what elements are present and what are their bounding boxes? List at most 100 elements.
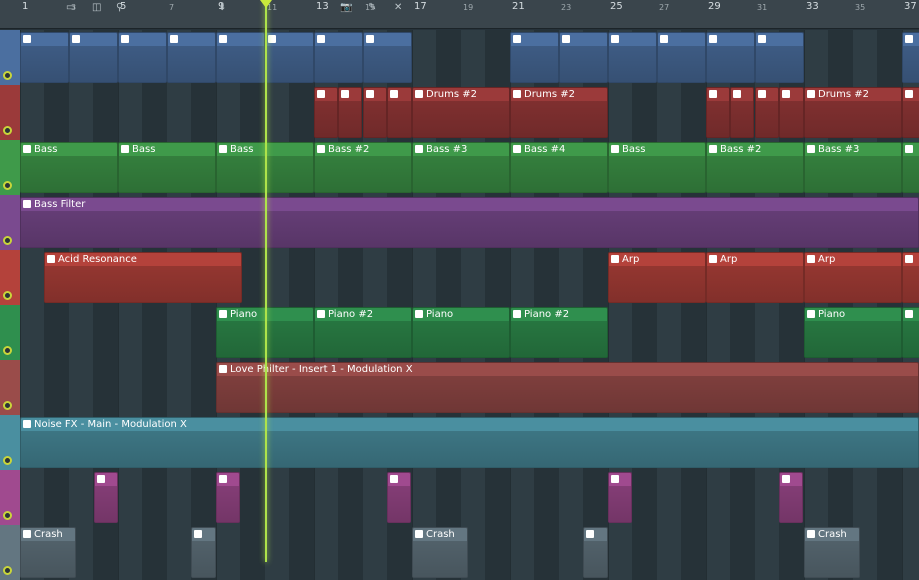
track-10-mute-led[interactable] — [3, 566, 12, 575]
track-1-clip[interactable] — [363, 32, 412, 83]
track-9-header[interactable] — [0, 470, 20, 525]
track-9-mute-led[interactable] — [3, 511, 12, 520]
track-3-clip[interactable]: Bass #3 — [412, 142, 510, 193]
playhead-marker[interactable] — [260, 0, 272, 8]
track-7-header[interactable] — [0, 360, 20, 415]
track-1-clip[interactable] — [167, 32, 216, 83]
ruler-tool-icon[interactable]: ✎ — [368, 2, 376, 13]
track-1-clip[interactable] — [706, 32, 755, 83]
track-4-clip[interactable]: Bass Filter — [20, 197, 919, 248]
track-10-clip[interactable]: Crash — [20, 527, 76, 578]
pattern-icon — [782, 90, 790, 98]
track-4-mute-led[interactable] — [3, 236, 12, 245]
track-2-clip[interactable] — [363, 87, 387, 138]
track-1-clip[interactable] — [608, 32, 657, 83]
clip-label: Bass #3 — [426, 144, 468, 155]
track-2-clip[interactable] — [314, 87, 338, 138]
track-10-clip[interactable]: Crash — [412, 527, 468, 578]
track-9-clip[interactable] — [216, 472, 240, 523]
track-5-clip[interactable] — [902, 252, 919, 303]
track-1-clip[interactable] — [657, 32, 706, 83]
track-5-clip[interactable]: Arp — [608, 252, 706, 303]
playhead[interactable] — [265, 0, 267, 562]
track-1-clip[interactable] — [265, 32, 314, 83]
clip-label: Drums #2 — [818, 89, 870, 100]
ruler-tool-icon[interactable]: 📷 — [340, 2, 352, 13]
clip-label: Piano — [818, 309, 846, 320]
track-2-clip[interactable] — [730, 87, 754, 138]
track-10-clip[interactable]: Crash — [804, 527, 860, 578]
track-3-clip[interactable]: Bass — [608, 142, 706, 193]
pattern-icon — [317, 35, 325, 43]
ruler-tool-icon[interactable]: ⬇ — [218, 2, 226, 13]
ruler-tool-icon[interactable]: ◫ — [92, 2, 101, 13]
track-3-clip[interactable]: Bass #2 — [706, 142, 804, 193]
track-5-clip[interactable]: Arp — [706, 252, 804, 303]
track-2-clip[interactable] — [338, 87, 362, 138]
track-7-mute-led[interactable] — [3, 401, 12, 410]
track-2-clip[interactable]: Drums #2 — [510, 87, 608, 138]
pattern-icon — [72, 35, 80, 43]
track-1-clip[interactable] — [20, 32, 69, 83]
track-6-clip[interactable]: Piano #2 — [510, 307, 608, 358]
track-3-header[interactable] — [0, 140, 20, 195]
track-6-clip[interactable]: Piano — [804, 307, 902, 358]
track-4-header[interactable] — [0, 195, 20, 250]
track-2-clip[interactable] — [902, 87, 919, 138]
track-1-clip[interactable] — [755, 32, 804, 83]
track-9-clip[interactable] — [387, 472, 411, 523]
track-1-clip[interactable] — [216, 32, 265, 83]
track-6-clip[interactable]: Piano #2 — [314, 307, 412, 358]
track-3-mute-led[interactable] — [3, 181, 12, 190]
track-6-clip[interactable] — [902, 307, 919, 358]
track-2-clip[interactable] — [779, 87, 804, 138]
track-7-clip[interactable]: Love Philter - Insert 1 - Modulation X — [216, 362, 919, 413]
track-2-header[interactable] — [0, 85, 20, 140]
clip-content — [658, 46, 705, 82]
track-1-clip[interactable] — [510, 32, 559, 83]
track-8-clip[interactable]: Noise FX - Main - Modulation X — [20, 417, 919, 468]
track-1-header[interactable] — [0, 30, 20, 85]
pattern-icon — [415, 90, 423, 98]
track-2-clip[interactable] — [387, 87, 412, 138]
track-3-clip[interactable] — [902, 142, 919, 193]
track-10-lane[interactable] — [20, 525, 919, 580]
track-9-clip[interactable] — [94, 472, 118, 523]
timeline-ruler[interactable]: 1 3 5 7 9 11 13 15 17 19 21 23 25 27 29 31 33 35 37 ▭ ◫ ⚲ ⬇ 📷 ✎ ✕ — [0, 0, 919, 29]
track-5-clip[interactable]: Acid Resonance — [44, 252, 242, 303]
track-1-clip[interactable] — [314, 32, 363, 83]
track-10-clip[interactable] — [191, 527, 216, 578]
track-2-clip[interactable]: Drums #2 — [804, 87, 902, 138]
track-3-clip[interactable]: Bass #4 — [510, 142, 608, 193]
track-3-clip[interactable]: Bass #3 — [804, 142, 902, 193]
track-8-mute-led[interactable] — [3, 456, 12, 465]
track-2-mute-led[interactable] — [3, 126, 12, 135]
track-5-header[interactable] — [0, 250, 20, 305]
track-1-clip[interactable] — [902, 32, 919, 83]
track-10-header[interactable] — [0, 525, 20, 580]
ruler-tool-icon[interactable]: ⚲ — [116, 2, 123, 13]
track-5-mute-led[interactable] — [3, 291, 12, 300]
track-2-clip[interactable]: Drums #2 — [412, 87, 510, 138]
track-6-clip[interactable]: Piano — [412, 307, 510, 358]
track-1-clip[interactable] — [69, 32, 118, 83]
track-2-clip[interactable] — [706, 87, 730, 138]
pattern-icon — [513, 90, 521, 98]
track-6-header[interactable] — [0, 305, 20, 360]
clip-content — [70, 46, 117, 82]
ruler-tool-icon[interactable]: ▭ — [66, 2, 75, 13]
track-5-clip[interactable]: Arp — [804, 252, 902, 303]
track-3-clip[interactable]: Bass — [118, 142, 216, 193]
track-8-header[interactable] — [0, 415, 20, 470]
track-9-clip[interactable] — [608, 472, 632, 523]
track-3-clip[interactable]: Bass — [20, 142, 118, 193]
track-1-clip[interactable] — [118, 32, 167, 83]
track-6-mute-led[interactable] — [3, 346, 12, 355]
track-10-clip[interactable] — [583, 527, 608, 578]
track-1-mute-led[interactable] — [3, 71, 12, 80]
track-9-clip[interactable] — [779, 472, 803, 523]
track-1-clip[interactable] — [559, 32, 608, 83]
ruler-tool-icon[interactable]: ✕ — [394, 2, 402, 13]
track-2-clip[interactable] — [755, 87, 779, 138]
track-3-clip[interactable]: Bass #2 — [314, 142, 412, 193]
